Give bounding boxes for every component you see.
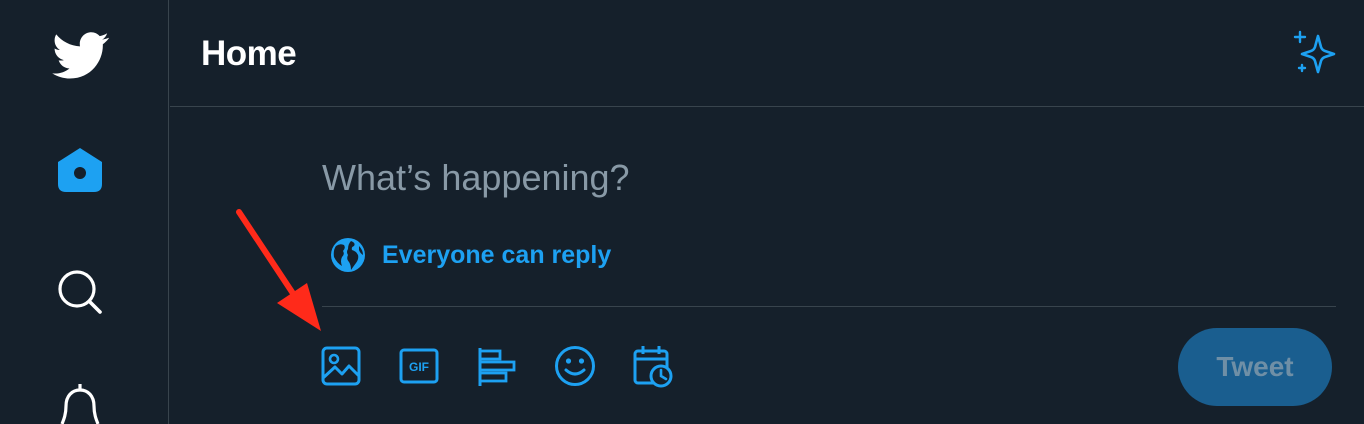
twitter-logo-icon[interactable] xyxy=(52,32,110,80)
compose-input[interactable]: What’s happening? xyxy=(322,150,1162,206)
reply-setting-label: Everyone can reply xyxy=(382,240,612,269)
gif-icon[interactable]: GIF xyxy=(398,345,440,387)
poll-icon[interactable] xyxy=(476,345,518,387)
notifications-bell-icon[interactable] xyxy=(56,384,104,424)
schedule-icon[interactable] xyxy=(632,345,674,389)
svg-text:GIF: GIF xyxy=(409,360,429,374)
sparkle-icon[interactable] xyxy=(1293,30,1337,74)
main-column: Home What’s happening? Everyone can repl… xyxy=(170,0,1364,424)
compose-divider xyxy=(322,306,1336,307)
emoji-icon[interactable] xyxy=(554,345,596,387)
globe-icon xyxy=(331,238,365,272)
sidebar xyxy=(0,0,169,424)
reply-setting-button[interactable]: Everyone can reply xyxy=(330,236,611,274)
image-icon[interactable] xyxy=(320,345,362,387)
tweet-button[interactable]: Tweet xyxy=(1178,328,1332,406)
home-icon[interactable] xyxy=(55,146,105,194)
search-icon[interactable] xyxy=(56,268,104,316)
header: Home xyxy=(170,0,1364,107)
page-title: Home xyxy=(201,34,297,73)
